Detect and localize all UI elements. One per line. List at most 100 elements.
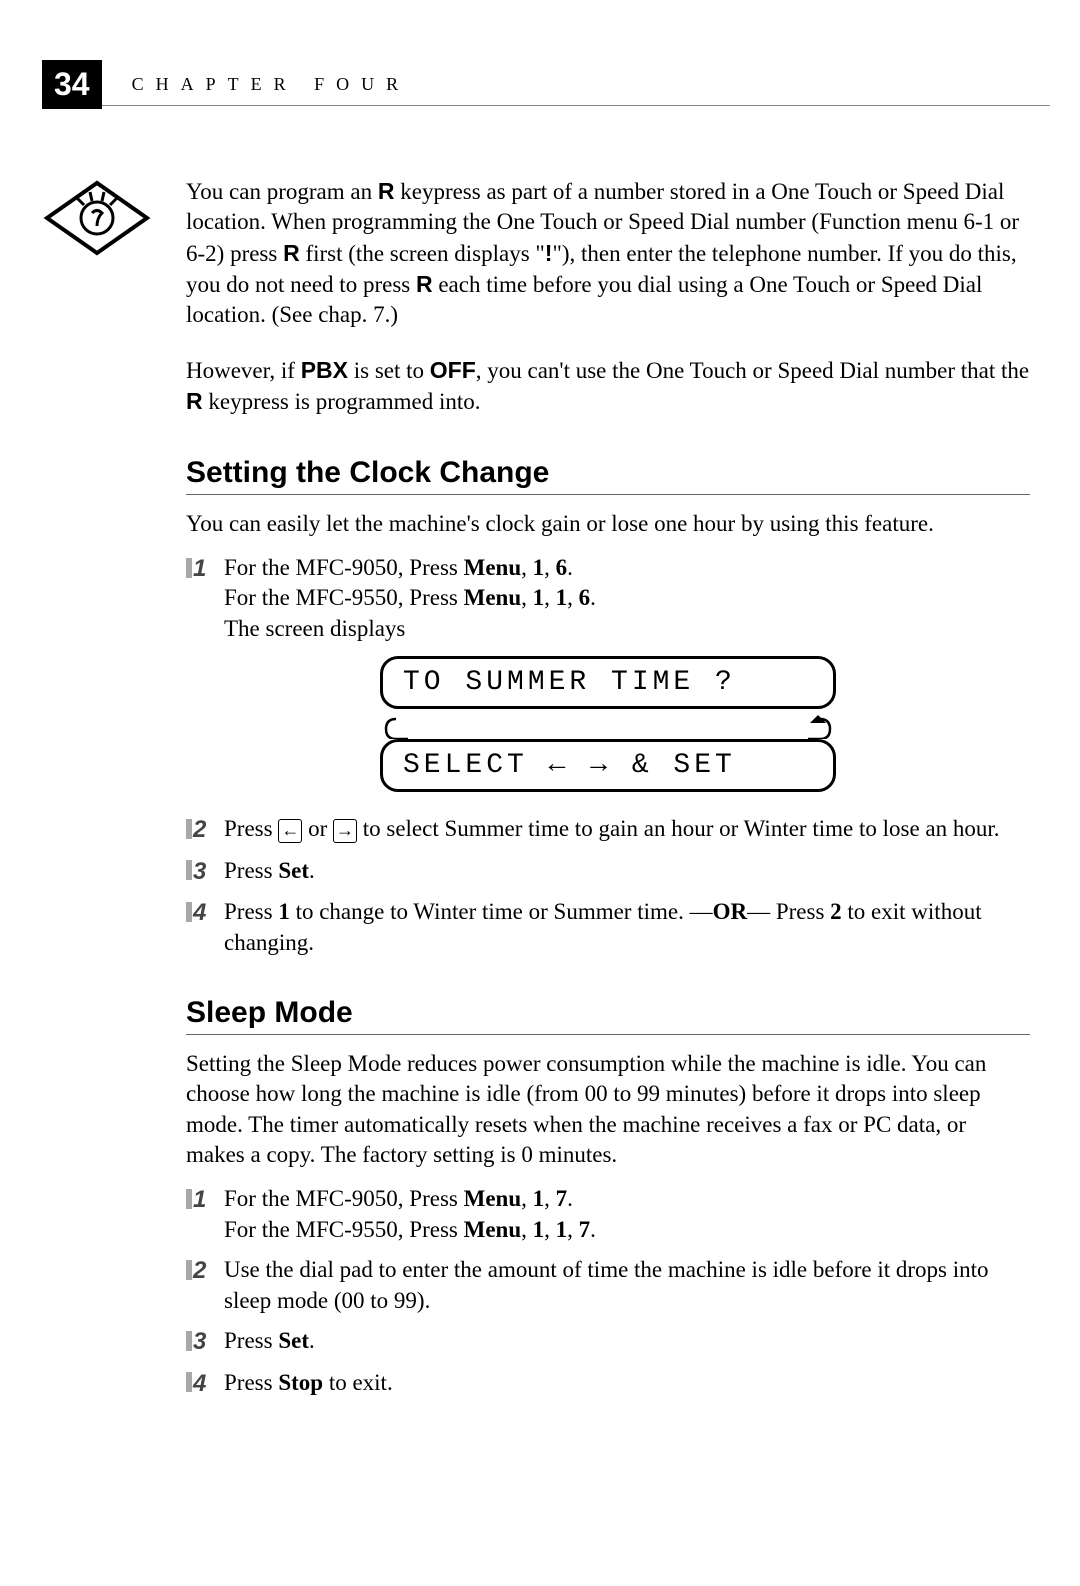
text: Use the dial pad to enter the amount of … (224, 1257, 989, 1312)
step-2: 2 Use the dial pad to enter the amount o… (186, 1255, 1030, 1316)
set-key: Set (278, 1328, 309, 1353)
text: , you can't use the One Touch or Speed D… (476, 358, 1029, 383)
lcd-display: TO SUMMER TIME ? SELECT ← → & SET (186, 656, 1030, 792)
or-label: OR (713, 899, 748, 924)
lcd-connector-icon (348, 709, 868, 739)
key-2: 2 (830, 899, 842, 924)
key-1: 1 (533, 1186, 545, 1211)
step-marker-1: 1 (186, 553, 216, 585)
tip-paragraph-2: However, if PBX is set to OFF, you can't… (186, 355, 1030, 418)
menu-key: Menu (464, 1217, 522, 1242)
key-6: 6 (556, 555, 568, 580)
key-7: 7 (556, 1186, 568, 1211)
text: The screen displays (224, 616, 405, 641)
step-3: 3 Press Set. (186, 856, 1030, 888)
lcd-line-2: SELECT ← → & SET (380, 739, 836, 792)
page-header: 34 CHAPTER FOUR (0, 60, 1080, 109)
step-text: Press ← or → to select Summer time to ga… (224, 814, 1030, 844)
text: Press (224, 1370, 278, 1395)
step-marker-3: 3 (186, 856, 216, 888)
num: 4 (193, 1370, 206, 1397)
arrow-left-key: ← (278, 819, 302, 843)
step-3: 3 Press Set. (186, 1326, 1030, 1358)
text: Press (224, 858, 278, 883)
text: — Press (747, 899, 830, 924)
key-r: R (378, 178, 395, 204)
chapter-label: CHAPTER FOUR (132, 74, 411, 95)
menu-key: Menu (464, 1186, 522, 1211)
num: 3 (193, 858, 206, 885)
step-text: Press Stop to exit. (224, 1368, 1030, 1398)
num: 1 (193, 1186, 206, 1213)
step-text: For the MFC-9050, Press Menu, 1, 7. For … (224, 1184, 1030, 1245)
stop-key: Stop (278, 1370, 323, 1395)
text: first (the screen displays " (300, 241, 545, 266)
menu-key: Menu (464, 555, 522, 580)
text: For the MFC-9050, Press (224, 1186, 464, 1211)
section1-intro: You can easily let the machine's clock g… (186, 509, 1030, 539)
text: . (567, 555, 573, 580)
content-area: You can program an R keypress as part of… (186, 176, 1030, 1399)
step-text: For the MFC-9050, Press Menu, 1, 6. For … (224, 553, 1030, 644)
key-r: R (283, 240, 300, 266)
text: is set to (348, 358, 430, 383)
key-r: R (416, 271, 433, 297)
page: 34 CHAPTER FOUR You can program an R key… (0, 60, 1080, 1586)
key-1: 1 (556, 585, 568, 610)
text: , (567, 1217, 579, 1242)
tip-icon (42, 178, 152, 263)
section-heading-sleep: Sleep Mode (186, 996, 1030, 1030)
step-marker-4: 4 (186, 1368, 216, 1400)
text: or (302, 816, 333, 841)
set-key: Set (278, 858, 309, 883)
text: . (309, 858, 315, 883)
text: , (544, 1217, 556, 1242)
num: 2 (193, 816, 206, 843)
text: , (544, 1186, 556, 1211)
key-1: 1 (278, 899, 290, 924)
step-marker-4: 4 (186, 897, 216, 929)
step-4: 4 Press Stop to exit. (186, 1368, 1030, 1400)
step-text: Press 1 to change to Winter time or Summ… (224, 897, 1030, 958)
text: . (590, 585, 596, 610)
heading-underline (186, 1034, 1030, 1035)
text: keypress is programmed into. (203, 389, 481, 414)
text: . (567, 1186, 573, 1211)
step-2: 2 Press ← or → to select Summer time to … (186, 814, 1030, 846)
step-4: 4 Press 1 to change to Winter time or Su… (186, 897, 1030, 958)
text: , (544, 585, 556, 610)
text: to exit. (323, 1370, 393, 1395)
step-marker-1: 1 (186, 1184, 216, 1216)
text: For the MFC-9050, Press (224, 555, 464, 580)
key-6: 6 (579, 585, 591, 610)
text: For the MFC-9550, Press (224, 585, 464, 610)
num: 2 (193, 1257, 206, 1284)
text: For the MFC-9550, Press (224, 1217, 464, 1242)
text: , (567, 585, 579, 610)
text: , (521, 1186, 533, 1211)
text: Press (224, 1328, 278, 1353)
section1-steps: 1 For the MFC-9050, Press Menu, 1, 6. Fo… (186, 553, 1030, 644)
page-number: 34 (42, 60, 102, 109)
section1-steps-cont: 2 Press ← or → to select Summer time to … (186, 814, 1030, 958)
text: . (590, 1217, 596, 1242)
section2-steps: 1 For the MFC-9050, Press Menu, 1, 7. Fo… (186, 1184, 1030, 1399)
section-heading-clock: Setting the Clock Change (186, 456, 1030, 490)
text: , (521, 585, 533, 610)
text: , (544, 555, 556, 580)
pbx-label: PBX (301, 357, 348, 383)
step-1: 1 For the MFC-9050, Press Menu, 1, 7. Fo… (186, 1184, 1030, 1245)
step-marker-3: 3 (186, 1326, 216, 1358)
text: Press (224, 899, 278, 924)
arrow-right-key: → (333, 819, 357, 843)
tip-paragraph-1: You can program an R keypress as part of… (186, 176, 1030, 331)
key-1: 1 (533, 555, 545, 580)
text: Press (224, 816, 278, 841)
menu-key: Menu (464, 585, 522, 610)
lcd-line-1: TO SUMMER TIME ? (380, 656, 836, 709)
heading-underline (186, 494, 1030, 495)
text: , (521, 1217, 533, 1242)
step-marker-2: 2 (186, 814, 216, 846)
num: 3 (193, 1328, 206, 1355)
section2-intro: Setting the Sleep Mode reduces power con… (186, 1049, 1030, 1170)
